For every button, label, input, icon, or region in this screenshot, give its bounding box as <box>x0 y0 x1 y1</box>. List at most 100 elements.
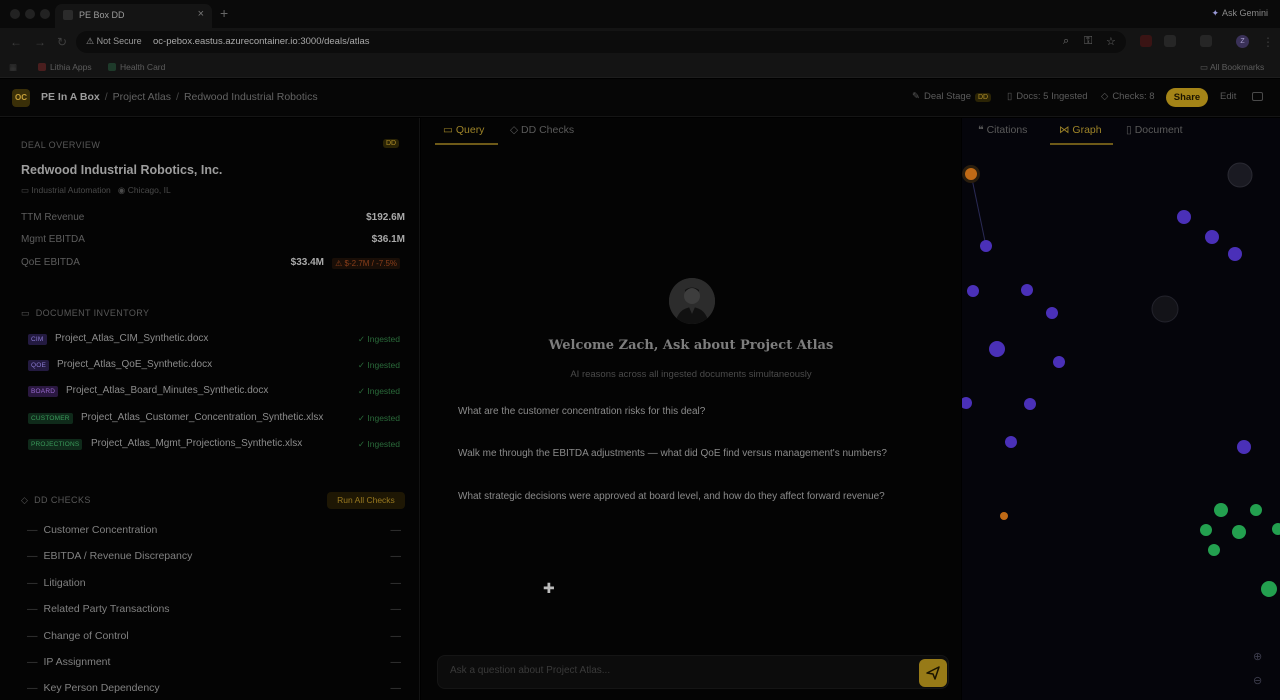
extensions-puzzle-icon[interactable] <box>1164 35 1176 47</box>
graph-node-green[interactable] <box>1208 544 1220 556</box>
graph-node-purple[interactable] <box>967 285 979 297</box>
graph-node-purple[interactable] <box>1237 440 1251 454</box>
new-tab-button[interactable]: + <box>220 5 228 21</box>
graph-node-purple[interactable] <box>1005 436 1017 448</box>
graph-node-gray[interactable] <box>1151 295 1179 323</box>
graph-node-purple[interactable] <box>980 240 992 252</box>
graph-node-purple[interactable] <box>1024 398 1036 410</box>
app-logo[interactable]: OC <box>12 89 30 107</box>
graph-node-gray[interactable] <box>1227 162 1253 188</box>
graph-node-purple[interactable] <box>1046 307 1058 319</box>
metric-label: TTM Revenue <box>21 212 85 223</box>
document-row[interactable]: CIM Project_Atlas_CIM_Synthetic.docx ✓ I… <box>28 331 400 349</box>
edit-button[interactable]: Edit <box>1220 91 1236 102</box>
check-label: Related Party Transactions <box>43 603 170 615</box>
graph-node-orange[interactable] <box>1000 512 1008 520</box>
graph-node-green[interactable] <box>1261 581 1277 597</box>
document-icon: ▯ <box>1126 124 1132 136</box>
check-item[interactable]: — EBITDA / Revenue Discrepancy — <box>27 550 401 562</box>
suggested-question[interactable]: What strategic decisions were approved a… <box>458 491 885 502</box>
breadcrumb-project[interactable]: Project Atlas <box>113 91 171 103</box>
question-input[interactable] <box>450 665 900 676</box>
side-panel-icon[interactable] <box>1200 35 1212 47</box>
run-all-checks-button[interactable]: Run All Checks <box>327 492 405 509</box>
tab-label: Query <box>455 124 485 136</box>
graph-node-purple[interactable] <box>1205 230 1219 244</box>
bookmark-favicon-icon <box>38 63 46 71</box>
docs-count-label: Docs: 5 Ingested <box>1016 91 1088 102</box>
bookmark-health-card[interactable]: Health Card <box>108 62 165 72</box>
graph-node-purple[interactable] <box>1021 284 1033 296</box>
breadcrumb-home[interactable]: PE In A Box <box>41 91 100 103</box>
doc-filename[interactable]: Project_Atlas_Board_Minutes_Synthetic.do… <box>66 385 268 396</box>
extension-icon[interactable] <box>1140 35 1152 47</box>
profile-avatar[interactable]: Z <box>1236 35 1249 48</box>
pencil-icon: ✎ <box>912 91 920 102</box>
tab-close-icon[interactable]: × <box>198 8 204 20</box>
forward-arrow-icon[interactable]: → <box>34 35 46 49</box>
ask-gemini-button[interactable]: ✦ Ask Gemini <box>1211 8 1268 19</box>
graph-node-green[interactable] <box>1214 503 1228 517</box>
graph-node-green[interactable] <box>1250 504 1262 516</box>
graph-node-green[interactable] <box>1232 525 1246 539</box>
document-row[interactable]: PROJECTIONS Project_Atlas_Mgmt_Projectio… <box>28 436 400 454</box>
zoom-out-icon[interactable]: ⊖ <box>1253 674 1262 687</box>
tab-query[interactable]: ▭ Query <box>443 124 484 136</box>
tab-document[interactable]: ▯ Document <box>1126 124 1183 136</box>
graph-node-purple[interactable] <box>962 397 972 409</box>
graph-node-orange[interactable] <box>965 168 977 180</box>
browser-menu-icon[interactable]: ⋮ <box>1262 35 1274 49</box>
check-label: EBITDA / Revenue Discrepancy <box>43 550 193 562</box>
tab-graph[interactable]: ⋈ Graph <box>1059 124 1102 136</box>
document-row[interactable]: QOE Project_Atlas_QoE_Synthetic.docx ✓ I… <box>28 357 400 375</box>
all-bookmarks-folder[interactable]: ▭ All Bookmarks <box>1200 62 1264 73</box>
graph-node-purple[interactable] <box>1177 210 1191 224</box>
check-item[interactable]: — Change of Control — <box>27 630 401 642</box>
reload-icon[interactable]: ↻ <box>57 35 67 49</box>
zoom-icon[interactable]: ⌕ <box>1063 35 1069 48</box>
knowledge-graph[interactable] <box>962 140 1280 700</box>
check-item[interactable]: — IP Assignment — <box>27 656 401 668</box>
window-maximize-dot[interactable] <box>40 9 50 19</box>
send-button[interactable] <box>919 659 947 687</box>
check-result: — <box>390 656 402 668</box>
password-key-icon[interactable]: ⚿ <box>1084 35 1092 48</box>
url-text[interactable]: oc-pebox.eastus.azurecontainer.io:3000/d… <box>153 36 370 47</box>
suggested-question[interactable]: Walk me through the EBITDA adjustments —… <box>458 448 887 459</box>
bookmark-star-icon[interactable]: ☆ <box>1106 35 1116 48</box>
graph-node-green[interactable] <box>1272 523 1280 535</box>
graph-panel: ❝ Citations ⋈ Graph ▯ Document ⊕ ⊖ <box>962 118 1280 700</box>
share-button[interactable]: Share <box>1166 88 1208 107</box>
breadcrumb: PE In A Box / Project Atlas / Redwood Indust… <box>41 91 318 103</box>
document-row[interactable]: BOARD Project_Atlas_Board_Minutes_Synthe… <box>28 383 400 401</box>
tab-dd-checks[interactable]: ◇ DD Checks <box>510 124 574 136</box>
tab-citations[interactable]: ❝ Citations <box>978 124 1027 136</box>
check-item[interactable]: — Customer Concentration — <box>27 524 401 536</box>
document-row[interactable]: CUSTOMER Project_Atlas_Customer_Concentr… <box>28 410 400 428</box>
send-icon <box>926 666 940 680</box>
graph-node-purple[interactable] <box>1228 247 1242 261</box>
check-item[interactable]: — Key Person Dependency — <box>27 682 401 694</box>
browser-tab[interactable]: PE Box DD × <box>55 4 212 28</box>
back-arrow-icon[interactable]: ← <box>10 35 22 49</box>
layout-toggle-icon[interactable] <box>1252 92 1263 101</box>
zoom-in-icon[interactable]: ⊕ <box>1253 650 1262 663</box>
deal-stage-control[interactable]: ✎ Deal Stage DD <box>912 91 992 102</box>
doc-filename[interactable]: Project_Atlas_CIM_Synthetic.docx <box>55 333 208 344</box>
doc-filename[interactable]: Project_Atlas_Customer_Concentration_Syn… <box>81 412 323 423</box>
check-item[interactable]: — Litigation — <box>27 577 401 589</box>
doc-filename[interactable]: Project_Atlas_Mgmt_Projections_Synthetic… <box>91 438 302 449</box>
suggested-question[interactable]: What are the customer concentration risk… <box>458 406 705 417</box>
graph-node-purple[interactable] <box>989 341 1005 357</box>
graph-node-green[interactable] <box>1200 524 1212 536</box>
graph-node-purple[interactable] <box>1053 356 1065 368</box>
bookmark-lithia-apps[interactable]: Lithia Apps <box>38 62 92 72</box>
doc-filename[interactable]: Project_Atlas_QoE_Synthetic.docx <box>57 359 212 370</box>
doc-status: ✓ Ingested <box>358 439 400 450</box>
window-minimize-dot[interactable] <box>25 9 35 19</box>
check-item[interactable]: — Related Party Transactions — <box>27 603 401 615</box>
not-secure-indicator[interactable]: ⚠ Not Secure <box>86 36 142 47</box>
window-close-dot[interactable] <box>10 9 20 19</box>
url-bar[interactable]: ⚠ Not Secure oc-pebox.eastus.azurecontai… <box>76 31 1126 53</box>
apps-grid-icon[interactable]: ▦ <box>9 62 17 73</box>
